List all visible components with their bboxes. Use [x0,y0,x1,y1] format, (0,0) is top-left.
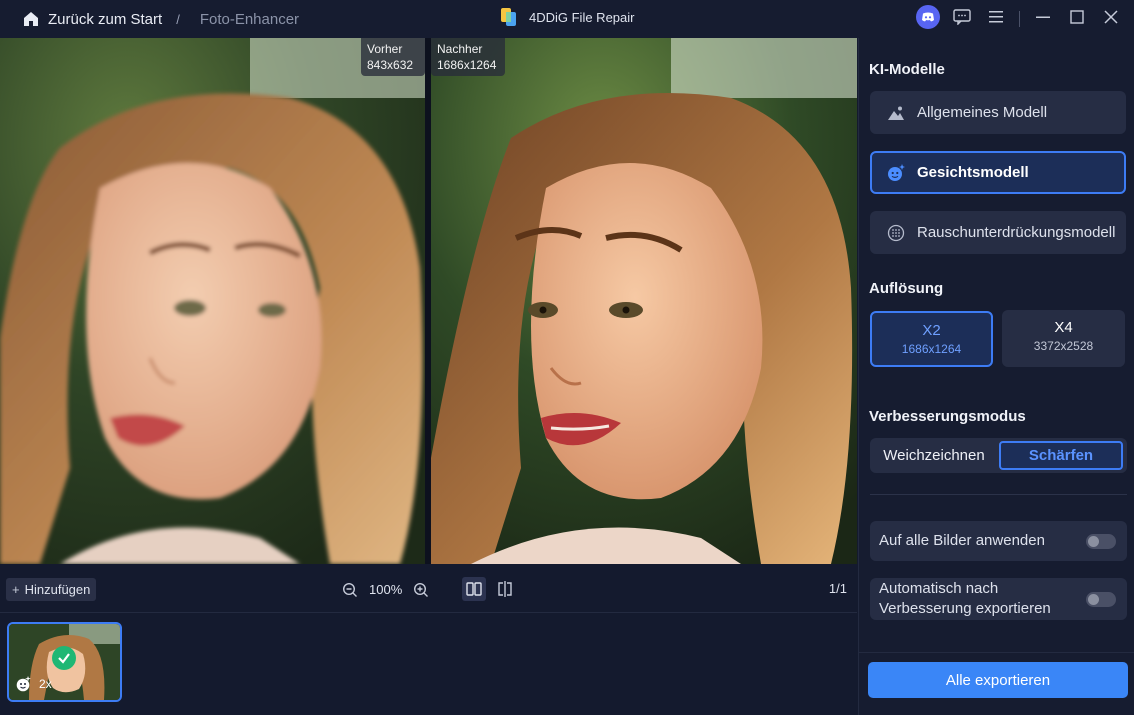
before-image [0,38,425,564]
face-sparkle-icon [887,163,905,182]
zoom-controls: 100% [340,577,431,602]
maximize-button[interactable] [1060,0,1094,38]
close-icon [1104,9,1118,29]
title-bar: Zurück zum Start / Foto-Enhancer 4DDiG F… [0,0,1134,38]
add-image-button[interactable]: + Hinzufügen [6,578,97,601]
ai-models-title: KI-Modelle [869,61,945,78]
view-toolbar: + Hinzufügen 100% 1/1 [0,565,857,613]
toggle-knob [1088,536,1099,547]
before-label: Vorher [367,42,403,56]
resolution-title: Auflösung [869,280,944,297]
slider-view-icon [498,581,512,597]
export-all-button[interactable]: Alle exportieren [868,662,1128,698]
zoom-level: 100% [369,582,403,597]
face-model-icon [15,676,31,692]
success-check-icon [52,646,76,670]
apply-all-toggle[interactable] [1086,534,1116,549]
face-model-label: Gesichtsmodell [917,164,1029,181]
soften-mode-button[interactable]: Weichzeichnen [870,441,998,470]
resolution-x2-label: X2 [922,322,941,339]
noise-reduction-model-label: Rauschunterdrückungsmodell [917,224,1116,241]
export-divider [859,652,1134,653]
after-size: 1686x1264 [437,58,497,72]
apply-all-label: Auf alle Bilder anwenden [879,532,1045,549]
split-view-icon [466,582,482,596]
resolution-x4-label: X4 [1054,319,1073,336]
resolution-x4-button[interactable]: X4 3372x2528 [1002,310,1125,367]
discord-icon [916,4,940,34]
settings-panel: KI-Modelle Allgemeines Modell Gesichtsmo… [858,38,1134,715]
back-to-start-label: Zurück zum Start [48,10,163,28]
image-thumbnail[interactable]: 2x [7,622,122,702]
auto-export-label-line2: Verbesserung exportieren [879,600,1051,617]
app-title: 4DDiG File Repair [500,8,634,27]
after-tag: Nachher 1686x1264 [431,38,505,76]
zoom-in-icon [414,582,429,597]
landscape-icon [887,104,905,122]
zoom-in-button[interactable] [411,580,431,600]
split-view-button[interactable] [462,577,486,601]
chat-icon [953,8,971,30]
toolbar-divider [1019,11,1020,27]
minimize-button[interactable] [1026,0,1060,38]
page-counter: 1/1 [828,581,847,596]
face-model-button[interactable]: Gesichtsmodell [870,151,1126,194]
enhancement-mode-title: Verbesserungsmodus [869,408,1026,425]
plus-icon: + [12,582,20,597]
breadcrumb-separator: / [176,11,180,27]
app-logo-icon [500,8,517,27]
resolution-x2-size: 1686x1264 [901,342,962,356]
auto-export-toggle[interactable] [1086,592,1116,607]
minimize-icon [1036,10,1050,29]
after-label: Nachher [437,42,483,56]
resolution-x4-size: 3372x2528 [1033,339,1094,353]
window-controls [911,0,1134,38]
back-to-start-button[interactable]: Zurück zum Start [22,10,162,28]
general-model-button[interactable]: Allgemeines Modell [870,91,1126,134]
thumbnail-strip: 2x [0,614,857,715]
zoom-out-icon [342,582,357,597]
close-button[interactable] [1094,0,1128,38]
app-title-text: 4DDiG File Repair [529,10,635,25]
feedback-button[interactable] [945,0,979,38]
zoom-out-button[interactable] [340,580,360,600]
auto-export-label-line1: Automatisch nach [879,580,999,597]
toggle-knob [1088,594,1099,605]
before-size: 843x632 [367,58,414,72]
noise-icon [887,224,905,242]
panel-divider [870,494,1127,495]
breadcrumb-current: Foto-Enhancer [199,10,300,28]
image-compare-view: Vorher 843x632 Nachher 1686x1264 [0,38,857,564]
resolution-x2-button[interactable]: X2 1686x1264 [870,311,993,367]
sharpen-mode-button[interactable]: Schärfen [999,441,1123,470]
thumbnail-scale: 2x [39,677,52,691]
discord-button[interactable] [911,0,945,38]
apply-all-row: Auf alle Bilder anwenden [870,521,1127,561]
noise-reduction-model-button[interactable]: Rauschunterdrückungsmodell [870,211,1126,254]
home-icon [22,10,40,28]
hamburger-icon [988,10,1004,29]
before-tag: Vorher 843x632 [361,38,425,76]
menu-button[interactable] [979,0,1013,38]
after-image [431,38,857,564]
auto-export-row: Automatisch nach Verbesserung exportiere… [870,578,1127,620]
general-model-label: Allgemeines Modell [917,104,1048,121]
maximize-icon [1070,9,1084,29]
add-image-label: Hinzufügen [24,582,91,597]
slider-view-button[interactable] [493,577,517,601]
enhancement-mode-selector: Weichzeichnen Schärfen [870,438,1127,473]
